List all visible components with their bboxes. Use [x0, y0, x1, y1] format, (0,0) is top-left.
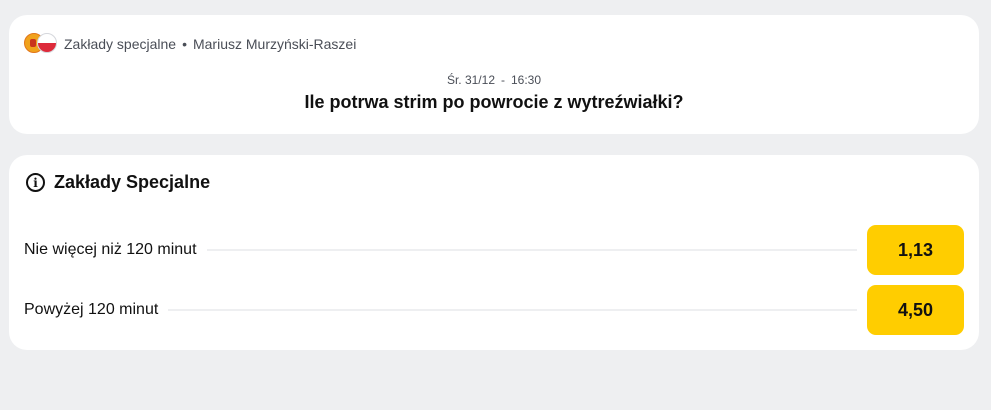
breadcrumb-separator: •: [182, 36, 187, 52]
outcome-row: Powyżej 120 minut 4,50: [24, 285, 964, 335]
event-date: Śr. 31/12: [446, 73, 495, 87]
event-question: Ile potrwa strim po powrocie z wytreźwia…: [304, 92, 684, 112]
odds-button[interactable]: 1,13: [867, 225, 964, 275]
breadcrumb-event[interactable]: Mariusz Murzyński-Raszei: [193, 36, 356, 52]
outcome-divider: [168, 309, 857, 311]
event-time: 16:30: [511, 73, 542, 87]
odds-button[interactable]: 4,50: [867, 285, 964, 335]
poland-flag-icon: [37, 33, 57, 53]
outcome-row: Nie więcej niż 120 minut 1,13: [24, 225, 964, 275]
market-card: i Zakłady Specjalne Nie więcej niż 120 m…: [9, 155, 979, 350]
info-icon[interactable]: i: [26, 173, 45, 192]
outcome-divider: [206, 249, 857, 251]
outcome-label: Powyżej 120 minut: [24, 301, 159, 318]
market-title: Zakłady Specjalne: [54, 172, 211, 192]
breadcrumb-category[interactable]: Zakłady specjalne: [64, 36, 176, 52]
market-header: i Zakłady Specjalne: [26, 172, 210, 193]
outcome-label: Nie więcej niż 120 minut: [24, 241, 197, 258]
event-datetime-separator: -: [501, 73, 505, 87]
breadcrumb: Zakłady specjalne • Mariusz Murzyński-Ra…: [24, 33, 356, 55]
flag-icons: [24, 33, 60, 55]
event-datetime: Śr. 31/12-16:30: [9, 73, 979, 87]
event-header-card: Zakłady specjalne • Mariusz Murzyński-Ra…: [9, 15, 979, 134]
